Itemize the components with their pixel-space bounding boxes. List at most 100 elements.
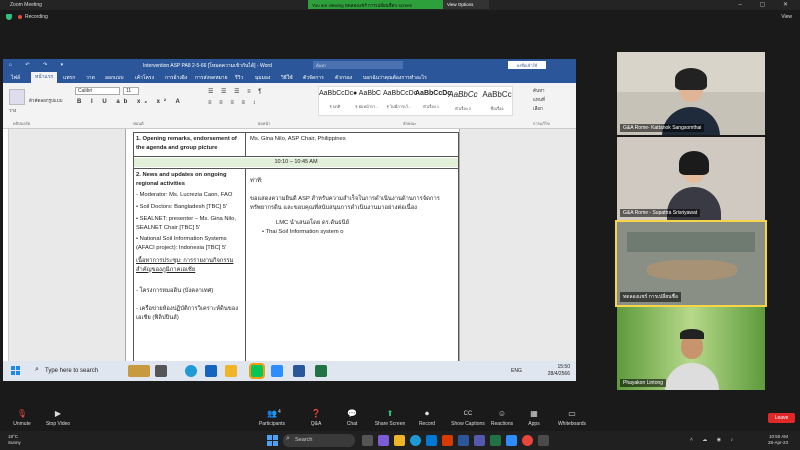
- styles-group-label: ลักษณะ: [403, 121, 417, 126]
- replace-button[interactable]: แทนที่: [533, 96, 545, 103]
- record-button[interactable]: ⏺ Record: [405, 409, 449, 427]
- excel-icon[interactable]: [490, 435, 501, 446]
- view-options-button[interactable]: View Options: [443, 0, 489, 9]
- table-border: [133, 132, 459, 133]
- tab-mailings[interactable]: การส่งจดหมาย: [195, 74, 228, 82]
- tab-review[interactable]: รีวิว: [235, 74, 243, 82]
- quick-access-toolbar[interactable]: ⌂ ↶ ↷ ▾: [9, 62, 69, 68]
- tab-references[interactable]: การอ้างอิง: [165, 74, 187, 82]
- alignment-buttons[interactable]: ≡ ≡ ≡ ≡ ↕: [208, 100, 259, 106]
- chrome-icon[interactable]: [522, 435, 533, 446]
- format-buttons[interactable]: B I U ab x₂ x² A: [77, 99, 184, 105]
- chat-app-icon[interactable]: [378, 435, 389, 446]
- thai-heading: เนื้อหาการประชุม: การรายงานกิจกรรมสำคัญข…: [136, 258, 234, 273]
- edge-icon[interactable]: [410, 435, 421, 446]
- tab-manager[interactable]: ตัวจัดการ: [303, 74, 324, 82]
- zoom-app-icon[interactable]: [271, 365, 283, 377]
- file-explorer-icon[interactable]: [225, 365, 237, 377]
- task-view-icon[interactable]: [155, 365, 167, 377]
- tab-insert[interactable]: แทรก: [63, 74, 75, 82]
- outlook-icon[interactable]: [426, 435, 437, 446]
- line-app-icon[interactable]: [249, 363, 265, 379]
- participant-tile[interactable]: Phayakon Lintong: [617, 307, 765, 390]
- tab-filter[interactable]: ตัวกรอง: [335, 74, 352, 82]
- paste-label: วาง: [9, 108, 17, 113]
- edge-icon[interactable]: [185, 365, 197, 377]
- style-heading-2[interactable]: AaBbCc หัวเรื่อง 2: [447, 90, 479, 112]
- font-size-select[interactable]: 11: [123, 87, 139, 95]
- tell-me-search[interactable]: บอกฉันว่าคุณต้องการทำอะไร: [363, 74, 427, 82]
- participants-button[interactable]: 👥 Participants: [250, 409, 294, 427]
- participant-tile[interactable]: G&A Rome- Kattanok Sangsomthai: [617, 52, 765, 135]
- taskbar-pinned-image-icon[interactable]: [128, 365, 150, 377]
- file-explorer-icon[interactable]: [394, 435, 405, 446]
- table-border: [133, 168, 459, 169]
- tab-view[interactable]: มุมมอง: [255, 74, 270, 82]
- style-no-spacing[interactable]: AaBbCcDc ¶ ไม่มีการเว้...: [383, 90, 417, 110]
- tab-home[interactable]: หน้าแรก: [31, 72, 58, 83]
- view-button[interactable]: View: [781, 14, 792, 20]
- weather-widget[interactable]: 18°C Sunny: [8, 434, 21, 446]
- record-icon: ⏺: [425, 409, 429, 418]
- tab-help[interactable]: วิธีใช้: [281, 74, 293, 82]
- task-view-icon[interactable]: [362, 435, 373, 446]
- powerpoint-icon[interactable]: [442, 435, 453, 446]
- teams-icon[interactable]: [474, 435, 485, 446]
- participant-name: ทดลองแชร์ การเปลี่ยนชื่อ: [620, 292, 681, 302]
- ribbon-home: วาง ตัวคัดลอกรูปแบบ คลิปบอร์ด Calibri 11…: [3, 83, 576, 129]
- excel-app-icon[interactable]: [315, 365, 327, 377]
- tab-design[interactable]: ออกแบบ: [105, 74, 124, 82]
- participant-tile[interactable]: G&A Rome - Supattra Srisriyawat: [617, 137, 765, 220]
- zoom-controls-bar: 🎙 Unmute ▶ Stop Video 👥 Participants ❓ Q&A 💬…: [0, 405, 800, 431]
- recording-indicator[interactable]: Recording: [18, 14, 48, 20]
- word-search-input[interactable]: ค้นหา: [313, 61, 403, 69]
- find-button[interactable]: ค้นหา: [533, 87, 545, 94]
- style-heading-1[interactable]: AaBbCcDc หัวเรื่อง 1: [415, 90, 451, 110]
- tab-layout[interactable]: เค้าโครง: [135, 74, 154, 82]
- paragraph-group-label: ย่อหน้า: [258, 121, 271, 126]
- stop-video-button[interactable]: ▶ Stop Video: [36, 409, 80, 427]
- taskbar-clock[interactable]: 15:50 28/4/2566: [548, 364, 570, 378]
- app-icon[interactable]: [538, 435, 549, 446]
- document-title: Intervention ASP PA8 2-5-66 [โหมดความเข้…: [143, 63, 272, 69]
- mail-icon[interactable]: [205, 365, 217, 377]
- os-clock[interactable]: 10:50 AM 28-Apr-23: [768, 434, 788, 446]
- select-button[interactable]: เลือก: [533, 105, 543, 112]
- os-search-input[interactable]: Search: [283, 434, 355, 447]
- windows-start-icon[interactable]: [267, 435, 278, 446]
- styles-gallery[interactable]: AaBbCcDc ¶ ปกติ ● AaBbC ¶ ย่อหน้ารา... AaB…: [318, 86, 513, 116]
- agenda-item-2-line: • National Soil Information Systems (AFA…: [136, 236, 227, 251]
- input-language[interactable]: ENG: [511, 368, 522, 374]
- tab-draw[interactable]: วาด: [86, 74, 95, 82]
- window-controls[interactable]: – ▢ ✕: [739, 1, 796, 8]
- document-page[interactable]: 1. Opening remarks, endorsement of the a…: [125, 129, 460, 366]
- windows-start-icon[interactable]: [11, 366, 21, 376]
- vertical-ruler: [3, 129, 9, 366]
- bullet-line: • Thai Soil Information system o: [262, 229, 344, 235]
- window-title: Zoom Meeting: [10, 2, 42, 8]
- style-list-paragraph[interactable]: ● AaBbC ¶ ย่อหน้ารา...: [351, 90, 383, 110]
- style-normal[interactable]: AaBbCcDc ¶ ปกติ: [319, 90, 353, 110]
- taskbar-search-input[interactable]: Type here to search: [33, 365, 123, 377]
- zoom-icon[interactable]: [506, 435, 517, 446]
- table-border: [458, 132, 459, 366]
- paragraph-buttons[interactable]: ☰ ☰ ☰ ≡ ¶: [208, 88, 265, 95]
- participant-tile-active-speaker[interactable]: ทดลองแชร์ การเปลี่ยนชื่อ: [615, 220, 767, 307]
- word-app-icon[interactable]: [293, 365, 305, 377]
- style-title[interactable]: AaBbCc ชื่อเรื่อง: [481, 90, 513, 112]
- thai-item: - เครือข่ายห้องปฏิบัติการวิเคราะห์ดินของ…: [136, 306, 239, 321]
- shared-word-window[interactable]: ⌂ ↶ ↷ ▾ Intervention ASP PA8 2-5-66 [โหม…: [3, 59, 576, 379]
- system-tray-icons[interactable]: ˄ ☁ ◉ ♪: [690, 437, 737, 443]
- leave-button[interactable]: Leave: [768, 413, 795, 423]
- format-painter-button[interactable]: ตัวคัดลอกรูปแบบ: [29, 97, 62, 104]
- word-icon[interactable]: [458, 435, 469, 446]
- editing-group-label: การแก้ไข: [533, 121, 550, 126]
- font-name-select[interactable]: Calibri: [75, 87, 120, 95]
- room-wall: [627, 232, 755, 252]
- word-titlebar: ⌂ ↶ ↷ ▾ Intervention ASP PA8 2-5-66 [โหม…: [3, 59, 576, 71]
- position-paragraph: ขอแสดงความยินดี ASP สำหรับความสำเร็จในกา…: [250, 196, 440, 211]
- sign-in-button[interactable]: ลงชื่อเข้าใช้: [508, 61, 546, 69]
- whiteboards-button[interactable]: ▭ Whiteboards: [550, 409, 594, 427]
- paste-icon[interactable]: [9, 89, 25, 105]
- tab-file[interactable]: ไฟล์: [11, 74, 20, 82]
